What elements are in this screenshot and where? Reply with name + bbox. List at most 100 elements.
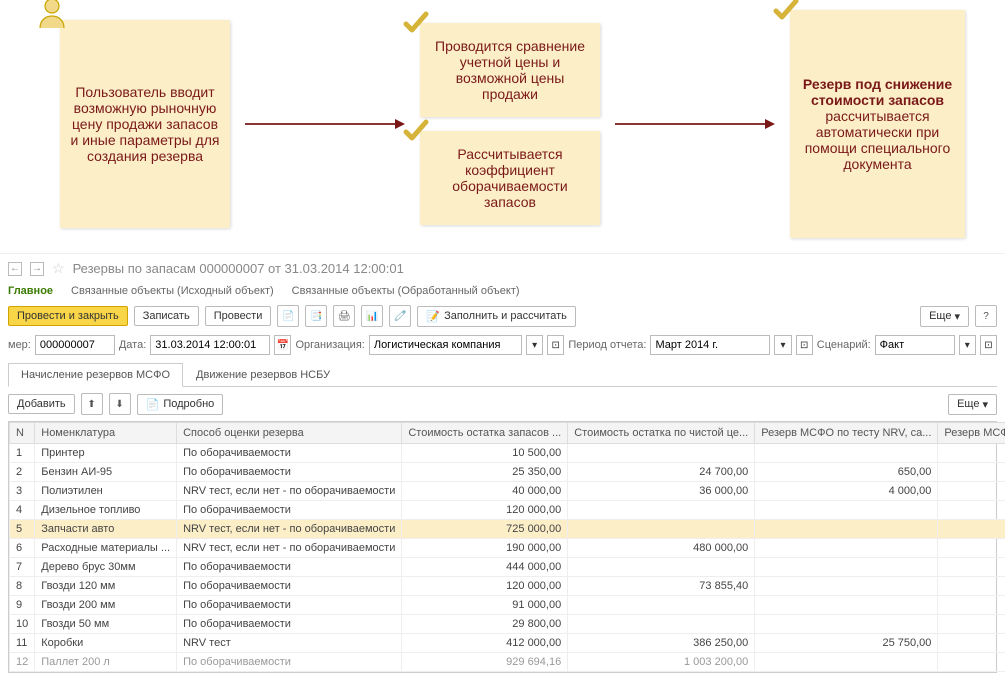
cell-c4: 29 800,00 <box>938 615 1005 634</box>
move-down-icon[interactable]: ⬇ <box>109 393 131 415</box>
col-cost-net[interactable]: Стоимость остатка по чистой це... <box>568 423 755 444</box>
more-button[interactable]: Еще▾ <box>920 306 969 327</box>
number-input[interactable] <box>35 335 115 355</box>
reserves-table: N Номенклатура Способ оценки резерва Сто… <box>9 422 1005 672</box>
col-nomenclature[interactable]: Номенклатура <box>35 423 177 444</box>
period-label: Период отчета: <box>568 339 646 351</box>
tab-linked-source[interactable]: Связанные объекты (Исходный объект) <box>71 285 274 297</box>
col-method[interactable]: Способ оценки резерва <box>177 423 402 444</box>
number-label: мер: <box>8 339 31 351</box>
check-icon <box>402 117 430 145</box>
open-org-icon[interactable]: ⊡ <box>547 335 564 355</box>
move-up-icon[interactable]: ⬆ <box>81 393 103 415</box>
cell-c4 <box>938 577 1005 596</box>
table-row[interactable]: 11КоробкиNRV тест412 000,00386 250,0025 … <box>10 634 1005 653</box>
table-row[interactable]: 10Гвозди 50 ммПо оборачиваемости29 800,0… <box>10 615 1005 634</box>
select-period-icon[interactable]: ▾ <box>774 335 791 355</box>
forward-icon[interactable]: → <box>30 262 44 276</box>
cell-c4: 190 000,00 <box>938 539 1005 558</box>
col-reserve-nrv[interactable]: Резерв МСФО по тесту NRV, са... <box>755 423 938 444</box>
table-row[interactable]: 7Дерево брус 30ммПо оборачиваемости444 0… <box>10 558 1005 577</box>
tab-linked-processed[interactable]: Связанные объекты (Обработанный объект) <box>292 285 520 297</box>
date-input[interactable] <box>150 335 270 355</box>
main-tabs: Главное Связанные объекты (Исходный объе… <box>8 281 997 301</box>
cell-n: 5 <box>10 520 35 539</box>
add-row-button[interactable]: Добавить <box>8 394 75 414</box>
open-scenario-icon[interactable]: ⊡ <box>980 335 997 355</box>
table-row[interactable]: 8Гвозди 120 ммПо оборачиваемости120 000,… <box>10 577 1005 596</box>
org-input[interactable] <box>369 335 522 355</box>
post-button[interactable]: Провести <box>205 306 272 326</box>
subtab-nsbu-movement[interactable]: Движение резервов НСБУ <box>183 363 343 386</box>
col-n[interactable]: N <box>10 423 35 444</box>
scenario-label: Сценарий: <box>817 339 871 351</box>
table-row[interactable]: 2Бензин АИ-95По оборачиваемости25 350,00… <box>10 463 1005 482</box>
cell-c3: 650,00 <box>755 463 938 482</box>
subtab-ifrs-reserves[interactable]: Начисление резервов МСФО <box>8 363 183 387</box>
cell-c4: 40 000,00 <box>938 482 1005 501</box>
table-row[interactable]: 6Расходные материалы ...NRV тест, если н… <box>10 539 1005 558</box>
save-button[interactable]: Записать <box>134 306 199 326</box>
cell-c3 <box>755 501 938 520</box>
cell-nom: Принтер <box>35 444 177 463</box>
help-icon[interactable]: ? <box>975 305 997 327</box>
fill-calculate-button[interactable]: 📝Заполнить и рассчитать <box>417 306 576 327</box>
cell-c2: 73 855,40 <box>568 577 755 596</box>
col-reserve-turnover[interactable]: Резерв МСФО по оборачиваемо... <box>938 423 1005 444</box>
cell-c2: 24 700,00 <box>568 463 755 482</box>
cell-nom: Запчасти авто <box>35 520 177 539</box>
table-row[interactable]: 1ПринтерПо оборачиваемости10 500,0010 50… <box>10 444 1005 463</box>
cell-nom: Расходные материалы ... <box>35 539 177 558</box>
cell-c2: 386 250,00 <box>568 634 755 653</box>
tab-main[interactable]: Главное <box>8 285 53 297</box>
select-org-icon[interactable]: ▾ <box>526 335 543 355</box>
table-row[interactable]: 9Гвозди 200 ммПо оборачиваемости91 000,0… <box>10 596 1005 615</box>
back-icon[interactable]: ← <box>8 262 22 276</box>
cell-c4: 725 000,00 <box>938 520 1005 539</box>
attach-icon[interactable]: 🧷 <box>389 305 411 327</box>
cell-sp: По оборачиваемости <box>177 615 402 634</box>
scenario-input[interactable] <box>875 335 955 355</box>
create-based-icon[interactable]: 📑 <box>305 305 327 327</box>
cell-n: 4 <box>10 501 35 520</box>
cell-c1: 25 350,00 <box>402 463 568 482</box>
table-row[interactable]: 3ПолиэтиленNRV тест, если нет - по обора… <box>10 482 1005 501</box>
cell-c2 <box>568 444 755 463</box>
print-icon[interactable]: 🖨 <box>333 305 355 327</box>
cell-c3 <box>755 444 938 463</box>
col-cost-balance[interactable]: Стоимость остатка запасов ... <box>402 423 568 444</box>
cell-c1: 29 800,00 <box>402 615 568 634</box>
table-more-button[interactable]: Еще▾ <box>948 394 997 415</box>
cell-nom: Гвозди 50 мм <box>35 615 177 634</box>
cell-nom: Дизельное топливо <box>35 501 177 520</box>
cell-c3 <box>755 558 938 577</box>
cell-c1: 40 000,00 <box>402 482 568 501</box>
cell-c3: 4 000,00 <box>755 482 938 501</box>
document-flow-icon[interactable]: 📄 <box>277 305 299 327</box>
cell-c2: 36 000,00 <box>568 482 755 501</box>
check-icon <box>772 0 800 24</box>
cell-sp: По оборачиваемости <box>177 596 402 615</box>
post-close-button[interactable]: Провести и закрыть <box>8 306 128 326</box>
cell-c1: 725 000,00 <box>402 520 568 539</box>
arrow-icon <box>615 114 775 134</box>
check-icon <box>402 9 430 37</box>
date-picker-icon[interactable]: 📅 <box>274 335 291 355</box>
cell-c4: 25 350,00 <box>938 463 1005 482</box>
cell-n: 3 <box>10 482 35 501</box>
app-window: ← → ☆ Резервы по запасам 000000007 от 31… <box>0 253 1005 673</box>
select-scenario-icon[interactable]: ▾ <box>959 335 976 355</box>
report-icon[interactable]: 📊 <box>361 305 383 327</box>
detail-button[interactable]: 📄Подробно <box>137 394 224 415</box>
cell-c2 <box>568 520 755 539</box>
period-input[interactable] <box>650 335 770 355</box>
table-row[interactable]: 5Запчасти автоNRV тест, если нет - по об… <box>10 520 1005 539</box>
open-period-icon[interactable]: ⊡ <box>796 335 813 355</box>
cell-n: 6 <box>10 539 35 558</box>
table-row[interactable]: 12Паллет 200 лПо оборачиваемости929 694,… <box>10 653 1005 672</box>
table-row[interactable]: 4Дизельное топливоПо оборачиваемости120 … <box>10 501 1005 520</box>
cell-c3 <box>755 577 938 596</box>
document-title: Резервы по запасам 000000007 от 31.03.20… <box>73 261 404 276</box>
favorite-icon[interactable]: ☆ <box>52 260 65 277</box>
cell-c4 <box>938 558 1005 577</box>
